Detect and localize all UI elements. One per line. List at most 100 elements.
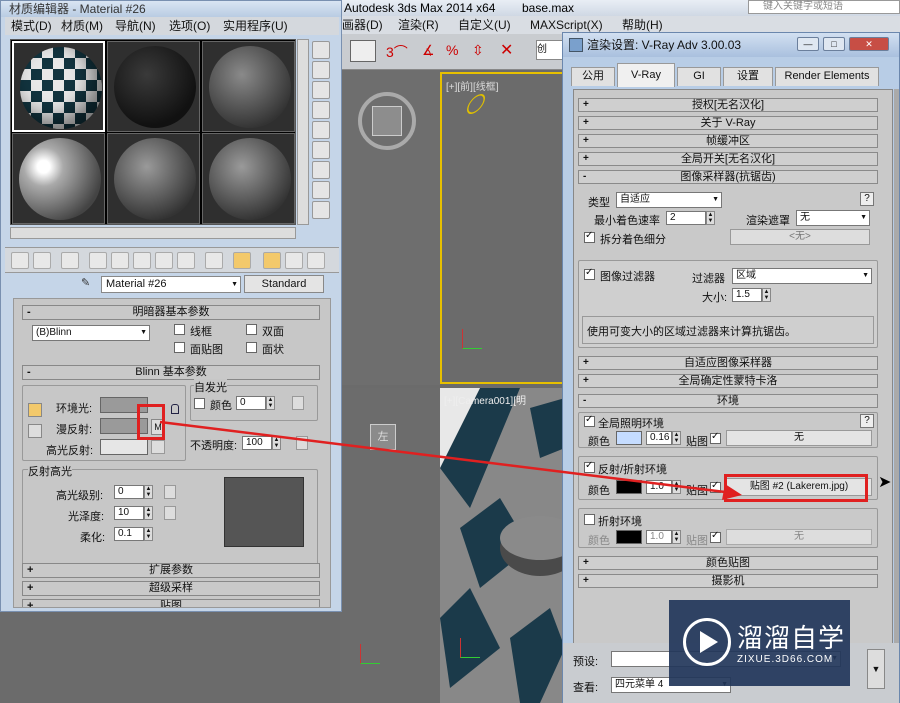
min-shading-spinner[interactable]: ▲ ▼ xyxy=(706,211,715,225)
viewport-left[interactable]: 左 xyxy=(340,388,440,703)
soften-spinner[interactable]: ▲ ▼ xyxy=(144,527,153,541)
rollout-header[interactable]: + 帧缓冲区 xyxy=(578,134,878,148)
self-illum-map-button[interactable] xyxy=(292,396,304,410)
make-unique-icon[interactable] xyxy=(111,252,129,269)
assign-material-icon[interactable] xyxy=(61,252,79,269)
menu-item[interactable]: 画器(D) xyxy=(342,16,383,34)
lock-ambient-icon[interactable] xyxy=(28,403,42,417)
backlight-icon[interactable] xyxy=(312,61,330,79)
put-to-library-icon[interactable] xyxy=(133,252,151,269)
material-navigator-icon[interactable] xyxy=(312,201,330,219)
gloss-spinner[interactable]: ▲ ▼ xyxy=(144,506,153,520)
refl-multiplier-spinner[interactable]: ▲ ▼ xyxy=(672,480,681,494)
percent-snap-icon[interactable]: % xyxy=(446,42,466,62)
sampler-type-dropdown[interactable]: 自适应 xyxy=(616,192,722,208)
camera-icon[interactable] xyxy=(463,90,489,118)
refr-map-button[interactable]: 无 xyxy=(726,529,872,545)
menu-item[interactable]: 导航(N) xyxy=(115,17,156,35)
close-button[interactable]: ✕ xyxy=(849,37,889,51)
sample-slot[interactable] xyxy=(202,133,295,224)
image-filter-checkbox[interactable] xyxy=(584,267,595,280)
maps-rollout-header[interactable]: + 贴图 xyxy=(22,599,320,607)
sample-slot[interactable] xyxy=(107,133,200,224)
refr-multiplier-input[interactable]: 1.0 xyxy=(646,530,672,544)
refr-multiplier-spinner[interactable]: ▲ ▼ xyxy=(672,530,681,544)
rollout-header[interactable]: + 自适应图像采样器 xyxy=(578,356,878,370)
rollout-header[interactable]: + 颜色贴图 xyxy=(578,556,878,570)
spec-level-input[interactable]: 0 xyxy=(114,485,144,499)
opacity-input[interactable]: 100 xyxy=(242,436,272,450)
menu-item[interactable]: 实用程序(U) xyxy=(223,17,288,35)
sample-slot[interactable] xyxy=(107,41,200,132)
material-id-icon[interactable] xyxy=(155,252,173,269)
refl-multiplier-input[interactable]: 1.0 xyxy=(646,480,672,494)
opacity-spinner[interactable]: ▲ ▼ xyxy=(272,436,281,450)
sample-type-icon[interactable] xyxy=(312,41,330,59)
show-map-icon[interactable] xyxy=(177,252,195,269)
viewcube-icon[interactable]: 左 xyxy=(370,424,396,450)
gi-map-button[interactable]: 无 xyxy=(726,430,872,446)
maximize-button[interactable]: □ xyxy=(823,37,845,51)
make-preview-icon[interactable] xyxy=(312,141,330,159)
rollout-header[interactable]: + 授权[无名汉化] xyxy=(578,98,878,112)
sample-slot[interactable] xyxy=(202,41,295,132)
two-sided-checkbox[interactable] xyxy=(246,324,257,335)
menu-item[interactable]: 自定义(U) xyxy=(458,16,511,34)
specular-map-button[interactable] xyxy=(151,440,165,454)
show-end-result-icon[interactable] xyxy=(233,252,251,269)
rollout-header[interactable]: - 图像采样器(抗锯齿) xyxy=(578,170,878,184)
viewport-top[interactable] xyxy=(340,70,440,385)
slots-scrollbar[interactable] xyxy=(297,39,309,225)
viewport-label[interactable]: [+][Camera001][明 xyxy=(444,392,526,407)
refr-color-swatch[interactable] xyxy=(616,530,642,544)
viewport-camera[interactable]: [+][Camera001][明 xyxy=(440,388,565,703)
gi-env-checkbox[interactable] xyxy=(584,414,595,427)
self-illum-spinner[interactable]: ▲ ▼ xyxy=(266,396,275,410)
gi-color-swatch[interactable] xyxy=(616,431,642,445)
shader-type-dropdown[interactable]: (B)Blinn xyxy=(32,325,150,341)
soften-input[interactable]: 0.1 xyxy=(114,527,144,541)
refr-map-checkbox[interactable] xyxy=(710,530,721,543)
filter-dropdown[interactable]: 区域 xyxy=(732,268,872,284)
menu-item[interactable]: 材质(M) xyxy=(61,17,103,35)
tab-render-elements[interactable]: Render Elements xyxy=(775,67,879,86)
render-mask-dropdown[interactable]: 无 xyxy=(796,210,870,226)
select-by-material-icon[interactable] xyxy=(312,181,330,199)
size-input[interactable]: 1.5 xyxy=(732,288,762,302)
size-spinner[interactable]: ▲ ▼ xyxy=(762,288,771,302)
show-shaded-icon[interactable] xyxy=(205,252,223,269)
search-input[interactable]: 键入关键字或短语 xyxy=(748,0,900,14)
material-name-input[interactable]: Material #26 ▼ xyxy=(101,276,241,293)
help-button[interactable]: ? xyxy=(860,192,874,206)
rollout-header[interactable]: + 全局确定性蒙特卡洛 xyxy=(578,374,878,388)
lock-icon[interactable] xyxy=(171,404,179,414)
refr-env-checkbox[interactable] xyxy=(584,514,595,525)
help-button[interactable]: ? xyxy=(860,414,874,428)
tab-gi[interactable]: GI xyxy=(677,67,721,86)
gi-map-checkbox[interactable] xyxy=(710,431,721,444)
render-arrow-button[interactable]: ▼ xyxy=(867,649,885,689)
sample-slot[interactable] xyxy=(12,41,105,132)
viewport-front[interactable]: [+][前][线框] xyxy=(440,72,565,384)
specular-swatch[interactable] xyxy=(100,439,148,455)
min-shading-input[interactable]: 2 xyxy=(666,211,706,225)
put-to-scene-icon[interactable] xyxy=(33,252,51,269)
self-illum-color-checkbox[interactable] xyxy=(194,398,205,409)
opacity-map-button[interactable] xyxy=(296,436,308,450)
viewport-label[interactable]: [+][前][线框] xyxy=(446,78,499,93)
material-type-button[interactable]: Standard xyxy=(244,275,324,293)
named-selection-icon[interactable]: ✕ xyxy=(500,40,524,60)
pick-material-icon[interactable] xyxy=(307,252,325,269)
gloss-input[interactable]: 10 xyxy=(114,506,144,520)
video-check-icon[interactable] xyxy=(312,121,330,139)
self-illum-input[interactable]: 0 xyxy=(236,396,266,410)
menu-item[interactable]: 模式(D) xyxy=(11,17,52,35)
wire-checkbox[interactable] xyxy=(174,324,185,335)
lock-diffuse-icon[interactable] xyxy=(28,424,42,438)
menu-item[interactable]: 选项(O) xyxy=(169,17,210,35)
go-to-parent-icon[interactable] xyxy=(263,252,281,269)
rollout-header[interactable]: + 全局开关[无名汉化] xyxy=(578,152,878,166)
refl-map-checkbox[interactable] xyxy=(710,480,721,493)
face-map-checkbox[interactable] xyxy=(174,342,185,353)
tab-vray[interactable]: V-Ray xyxy=(617,63,675,87)
